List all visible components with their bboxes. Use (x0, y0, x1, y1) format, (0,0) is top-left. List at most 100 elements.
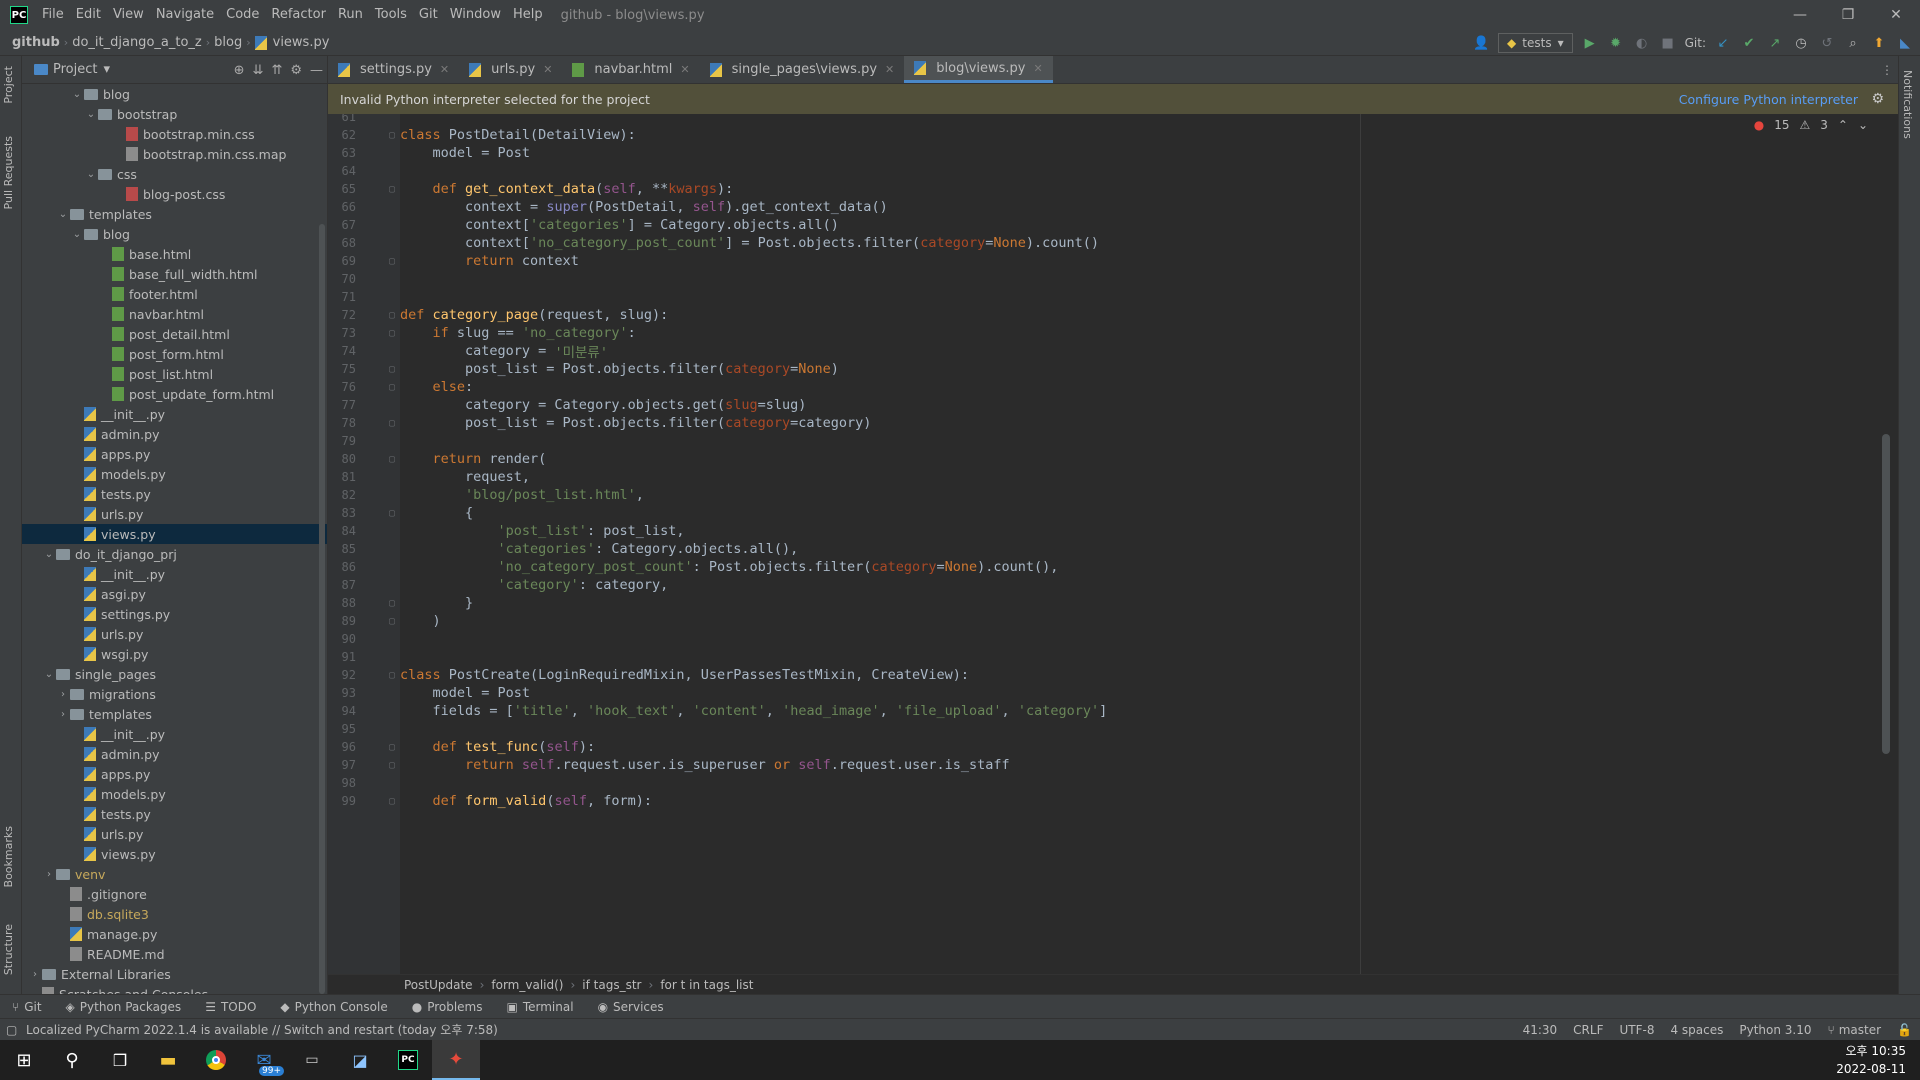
line-number[interactable]: 96 (328, 740, 356, 754)
fold-icon[interactable]: ▢ (384, 742, 400, 753)
tree-file[interactable]: models.py (22, 464, 327, 484)
tree-scrollbar[interactable] (319, 224, 325, 994)
toolwindow-git[interactable]: ⑂ Git (0, 1000, 54, 1014)
line-number[interactable]: 87 (328, 578, 356, 592)
code-line[interactable]: 62 ▢ class PostDetail(DetailView): (328, 126, 1898, 144)
menu-navigate[interactable]: Navigate (150, 0, 220, 30)
tree-file[interactable]: › External Libraries (22, 964, 327, 984)
chrome-icon[interactable] (192, 1040, 240, 1080)
tree-folder[interactable]: › templates (22, 704, 327, 724)
configure-interpreter-link[interactable]: Configure Python interpreter (1679, 92, 1858, 107)
close-icon[interactable]: ✕ (1034, 62, 1043, 75)
line-number[interactable]: 72 (328, 308, 356, 322)
jetbrains-logo-icon[interactable]: ◣ (1896, 34, 1914, 52)
line-number[interactable]: 89 (328, 614, 356, 628)
editor-tab[interactable]: blog\views.py ✕ (904, 56, 1053, 83)
indent-setting[interactable]: 4 spaces (1670, 1023, 1723, 1037)
pull-requests-tool-tab[interactable]: Pull Requests (2, 136, 15, 209)
line-number[interactable]: 76 (328, 380, 356, 394)
line-number[interactable]: 62 (328, 128, 356, 142)
toolwindow-todo[interactable]: ☰ TODO (193, 1000, 268, 1014)
code-line[interactable]: 74 category = '미분류' (328, 342, 1898, 361)
tree-file[interactable]: bootstrap.min.css (22, 124, 327, 144)
tree-file[interactable]: post_update_form.html (22, 384, 327, 404)
line-number[interactable]: 99 (328, 794, 356, 808)
project-panel-title[interactable]: Project (53, 62, 97, 77)
line-number[interactable]: 92 (328, 668, 356, 682)
task-view-icon[interactable]: ❒ (96, 1040, 144, 1080)
notifications-tool-tab[interactable]: Notifications (1901, 70, 1914, 139)
chevron-down-icon[interactable]: ⌄ (42, 669, 56, 680)
fold-icon[interactable]: ▢ (384, 796, 400, 807)
code-line[interactable]: 99 ▢ def form_valid(self, form): (328, 792, 1898, 810)
line-number[interactable]: 68 (328, 236, 356, 250)
chevron-down-icon[interactable]: ⌄ (84, 169, 98, 180)
git-push-icon[interactable]: ↗ (1766, 34, 1784, 52)
editor-breadcrumb-item[interactable]: for t in tags_list (660, 978, 753, 992)
tree-file[interactable]: apps.py (22, 444, 327, 464)
code-line[interactable]: 87 'category': category, (328, 576, 1898, 594)
breadcrumb-folder[interactable]: do_it_django_a_to_z (68, 35, 206, 50)
file-encoding[interactable]: UTF-8 (1619, 1023, 1654, 1037)
tree-file[interactable]: urls.py (22, 624, 327, 644)
line-number[interactable]: 69 (328, 254, 356, 268)
editor-breadcrumb-item[interactable]: if tags_str (582, 978, 641, 992)
menu-git[interactable]: Git (413, 0, 444, 30)
editor-breadcrumb-item[interactable]: PostUpdate (404, 978, 473, 992)
tree-file[interactable]: admin.py (22, 744, 327, 764)
chevron-right-icon[interactable]: › (28, 969, 42, 980)
tree-file[interactable]: __init__.py (22, 404, 327, 424)
tree-folder[interactable]: ⌄ templates (22, 204, 327, 224)
toolwindow-python-console[interactable]: ◆ Python Console (268, 1000, 399, 1014)
file-explorer-icon[interactable]: ▬ (144, 1040, 192, 1080)
tree-file[interactable]: post_detail.html (22, 324, 327, 344)
restore-icon[interactable]: ❐ (1824, 0, 1872, 30)
code-line[interactable]: 83 ▢ { (328, 504, 1898, 522)
tree-file[interactable]: views.py (22, 844, 327, 864)
code-line[interactable]: 61 (328, 114, 1898, 126)
system-clock[interactable]: 오후 10:35 2022-08-11 (1836, 1042, 1906, 1078)
line-number[interactable]: 88 (328, 596, 356, 610)
editor-breadcrumb-item[interactable]: form_valid() (491, 978, 563, 992)
menu-run[interactable]: Run (332, 0, 369, 30)
tree-folder[interactable]: ⌄ do_it_django_prj (22, 544, 327, 564)
code-editor[interactable]: ● 15 ⚠ 3 ⌃ ⌄ 61 62 ▢ class PostDetail(Detai… (328, 114, 1898, 974)
windows-start-icon[interactable]: ⊞ (0, 1040, 48, 1080)
minimize-icon[interactable]: — (1776, 0, 1824, 30)
line-number[interactable]: 75 (328, 362, 356, 376)
tree-file[interactable]: models.py (22, 784, 327, 804)
chevron-down-icon[interactable]: ⌄ (42, 549, 56, 560)
tree-file[interactable]: apps.py (22, 764, 327, 784)
tree-file[interactable]: bootstrap.min.css.map (22, 144, 327, 164)
editor-tab[interactable]: settings.py ✕ (328, 56, 459, 83)
menu-tools[interactable]: Tools (369, 0, 413, 30)
tree-folder[interactable]: › migrations (22, 684, 327, 704)
code-line[interactable]: 78 ▢ post_list = Post.objects.filter(cate… (328, 414, 1898, 432)
fold-icon[interactable]: ▢ (384, 508, 400, 519)
tree-folder[interactable]: ⌄ bootstrap (22, 104, 327, 124)
line-number[interactable]: 98 (328, 776, 356, 790)
chevron-down-icon[interactable]: ⌄ (84, 109, 98, 120)
line-number[interactable]: 83 (328, 506, 356, 520)
gear-icon[interactable]: ⚙ (290, 63, 302, 78)
line-number[interactable]: 70 (328, 272, 356, 286)
code-line[interactable]: 98 (328, 774, 1898, 792)
code-line[interactable]: 72 ▢ def category_page (request, slug): (328, 306, 1898, 324)
code-line[interactable]: 82 'blog/post_list.html', (328, 486, 1898, 504)
line-number[interactable]: 74 (328, 344, 356, 358)
line-separator[interactable]: CRLF (1573, 1023, 1603, 1037)
line-number[interactable]: 61 (328, 114, 356, 124)
code-line[interactable]: 63 model = Post (328, 144, 1898, 162)
tree-file[interactable]: base_full_width.html (22, 264, 327, 284)
git-update-icon[interactable]: ↙ (1714, 34, 1732, 52)
tree-folder[interactable]: ⌄ blog (22, 84, 327, 104)
line-number[interactable]: 71 (328, 290, 356, 304)
toolwindow-services[interactable]: ◉ Services (586, 1000, 676, 1014)
line-number[interactable]: 85 (328, 542, 356, 556)
code-line[interactable]: 81 request, (328, 468, 1898, 486)
fold-icon[interactable]: ▢ (384, 364, 400, 375)
locate-icon[interactable]: ⊕ (234, 63, 245, 78)
code-line[interactable]: 89 ▢ ) (328, 612, 1898, 630)
tree-file[interactable]: wsgi.py (22, 644, 327, 664)
fold-icon[interactable]: ▢ (384, 310, 400, 321)
